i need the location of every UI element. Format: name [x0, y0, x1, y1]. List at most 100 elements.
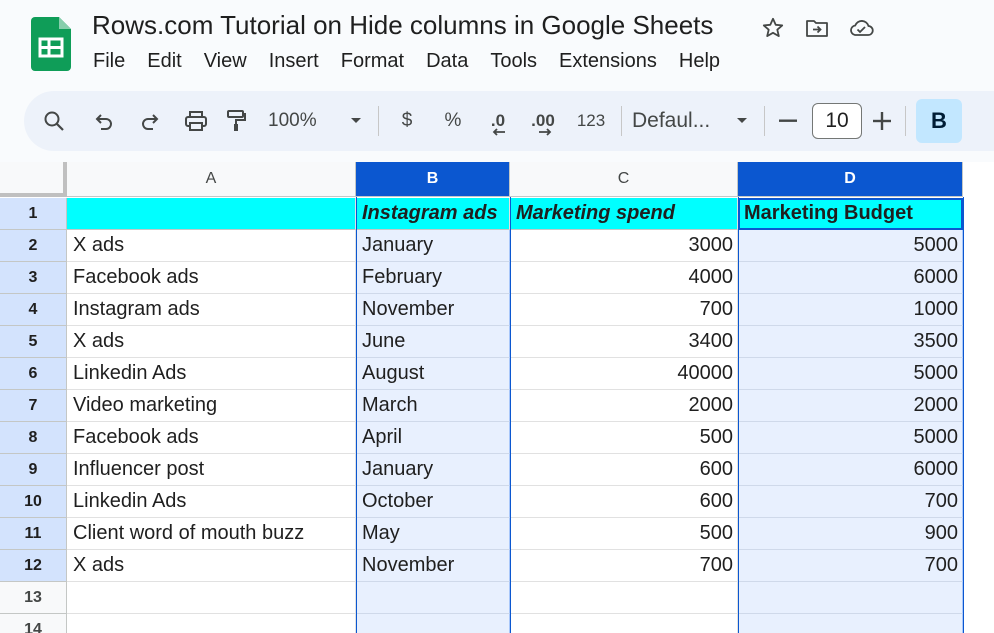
- cell-b11[interactable]: May: [356, 518, 510, 550]
- cell-d9[interactable]: 6000: [738, 454, 963, 486]
- zoom-select[interactable]: 100%: [268, 101, 338, 141]
- row-header-14[interactable]: 14: [0, 614, 67, 633]
- cell-c4[interactable]: 700: [510, 294, 738, 326]
- cell-d8[interactable]: 5000: [738, 422, 963, 454]
- paint-format-icon[interactable]: [218, 101, 254, 141]
- increase-decimal-button[interactable]: .00: [523, 101, 563, 141]
- cell-a11[interactable]: Client word of mouth buzz: [67, 518, 356, 550]
- row-header-10[interactable]: 10: [0, 486, 67, 518]
- menu-format[interactable]: Format: [330, 46, 415, 76]
- cell-c10[interactable]: 600: [510, 486, 738, 518]
- move-to-folder-icon[interactable]: [801, 12, 833, 44]
- cell-b9[interactable]: January: [356, 454, 510, 486]
- currency-format-button[interactable]: $: [389, 101, 425, 141]
- row-header-3[interactable]: 3: [0, 262, 67, 294]
- font-size-value[interactable]: 10: [812, 103, 862, 139]
- cell-a14[interactable]: [67, 614, 356, 633]
- cell-a8[interactable]: Facebook ads: [67, 422, 356, 454]
- row-header-2[interactable]: 2: [0, 230, 67, 262]
- cell-a10[interactable]: Linkedin Ads: [67, 486, 356, 518]
- row-header-13[interactable]: 13: [0, 582, 67, 614]
- spreadsheet-grid[interactable]: A B C D 1 2 3 4 5 6 7 8 9 10 11 12 13 14 Instagram ads Mark…: [0, 162, 994, 633]
- cell-c8[interactable]: 500: [510, 422, 738, 454]
- menu-help[interactable]: Help: [668, 46, 731, 76]
- row-header-11[interactable]: 11: [0, 518, 67, 550]
- menu-file[interactable]: File: [82, 46, 136, 76]
- cell-d11[interactable]: 900: [738, 518, 963, 550]
- cell-d4[interactable]: 1000: [738, 294, 963, 326]
- cell-d2[interactable]: 5000: [738, 230, 963, 262]
- cell-b4[interactable]: November: [356, 294, 510, 326]
- cell-d13[interactable]: [738, 582, 963, 614]
- cell-c14[interactable]: [510, 614, 738, 633]
- row-header-6[interactable]: 6: [0, 358, 67, 390]
- cell-c6[interactable]: 40000: [510, 358, 738, 390]
- cell-c1[interactable]: Marketing spend: [510, 198, 738, 230]
- cloud-saved-icon[interactable]: [845, 12, 877, 44]
- cell-a2[interactable]: X ads: [67, 230, 356, 262]
- menu-insert[interactable]: Insert: [258, 46, 330, 76]
- cell-a13[interactable]: [67, 582, 356, 614]
- bold-button[interactable]: B: [916, 99, 962, 143]
- cell-b14[interactable]: [356, 614, 510, 633]
- menu-edit[interactable]: Edit: [136, 46, 192, 76]
- cell-d10[interactable]: 700: [738, 486, 963, 518]
- cell-a4[interactable]: Instagram ads: [67, 294, 356, 326]
- cell-d14[interactable]: [738, 614, 963, 633]
- row-header-4[interactable]: 4: [0, 294, 67, 326]
- cell-a7[interactable]: Video marketing: [67, 390, 356, 422]
- column-header-a[interactable]: A: [67, 162, 356, 197]
- column-header-b[interactable]: B: [356, 162, 510, 197]
- cell-d7[interactable]: 2000: [738, 390, 963, 422]
- font-size-field[interactable]: 10: [807, 101, 867, 141]
- row-header-5[interactable]: 5: [0, 326, 67, 358]
- percent-format-button[interactable]: %: [435, 101, 471, 141]
- select-all-corner[interactable]: [0, 162, 67, 197]
- decrease-decimal-button[interactable]: .0: [479, 101, 517, 141]
- row-header-8[interactable]: 8: [0, 422, 67, 454]
- cell-b13[interactable]: [356, 582, 510, 614]
- cell-c7[interactable]: 2000: [510, 390, 738, 422]
- font-dropdown-chevron-icon[interactable]: [730, 101, 754, 141]
- row-header-7[interactable]: 7: [0, 390, 67, 422]
- menu-tools[interactable]: Tools: [479, 46, 548, 76]
- cell-d3[interactable]: 6000: [738, 262, 963, 294]
- cell-b10[interactable]: October: [356, 486, 510, 518]
- sheets-logo-icon[interactable]: [31, 17, 71, 71]
- column-header-c[interactable]: C: [510, 162, 738, 197]
- cell-a12[interactable]: X ads: [67, 550, 356, 582]
- row-header-1[interactable]: 1: [0, 198, 67, 230]
- cell-c9[interactable]: 600: [510, 454, 738, 486]
- search-icon[interactable]: [36, 101, 72, 141]
- row-header-9[interactable]: 9: [0, 454, 67, 486]
- cell-d12[interactable]: 700: [738, 550, 963, 582]
- cell-b2[interactable]: January: [356, 230, 510, 262]
- cell-b6[interactable]: August: [356, 358, 510, 390]
- cell-b7[interactable]: March: [356, 390, 510, 422]
- cell-d5[interactable]: 3500: [738, 326, 963, 358]
- cell-a9[interactable]: Influencer post: [67, 454, 356, 486]
- cell-a6[interactable]: Linkedin Ads: [67, 358, 356, 390]
- undo-icon[interactable]: [86, 101, 122, 141]
- column-header-d[interactable]: D: [738, 162, 963, 197]
- cell-d1[interactable]: Marketing Budget: [738, 198, 963, 230]
- cell-a5[interactable]: X ads: [67, 326, 356, 358]
- print-icon[interactable]: [178, 101, 214, 141]
- document-title[interactable]: Rows.com Tutorial on Hide columns in Goo…: [92, 8, 713, 42]
- cell-a3[interactable]: Facebook ads: [67, 262, 356, 294]
- cell-c3[interactable]: 4000: [510, 262, 738, 294]
- cell-c5[interactable]: 3400: [510, 326, 738, 358]
- cell-c11[interactable]: 500: [510, 518, 738, 550]
- cell-b1[interactable]: Instagram ads: [356, 198, 510, 230]
- decrease-font-size-button[interactable]: [775, 101, 801, 141]
- cell-b8[interactable]: April: [356, 422, 510, 454]
- menu-extensions[interactable]: Extensions: [548, 46, 668, 76]
- menu-data[interactable]: Data: [415, 46, 479, 76]
- menu-view[interactable]: View: [193, 46, 258, 76]
- cell-c13[interactable]: [510, 582, 738, 614]
- cell-a1[interactable]: [67, 198, 356, 230]
- cell-b12[interactable]: November: [356, 550, 510, 582]
- increase-font-size-button[interactable]: [869, 101, 895, 141]
- font-family-select[interactable]: Defaul...: [632, 101, 724, 141]
- star-icon[interactable]: [757, 12, 789, 44]
